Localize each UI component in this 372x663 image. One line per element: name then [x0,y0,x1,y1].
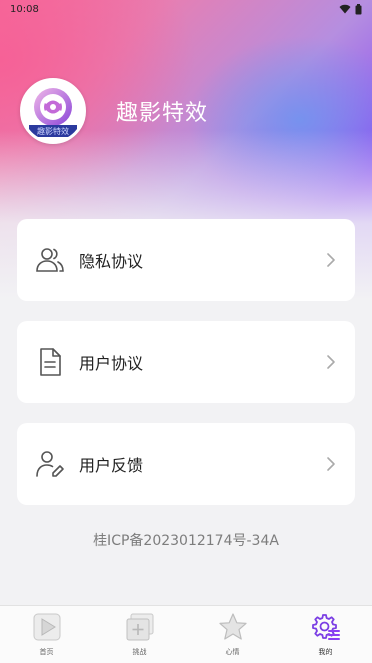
status-time: 10:08 [10,3,39,15]
tab-challenge[interactable]: 挑战 [110,611,170,657]
bottom-tab-bar: 首页 挑战 心情 我的 [0,605,372,663]
app-logo-icon: 趣影特效 [23,81,83,141]
document-icon [33,345,67,379]
tab-home[interactable]: 首页 [17,611,77,657]
wifi-icon [339,4,351,14]
privacy-policy-item[interactable]: 隐私协议 [17,219,355,301]
gear-icon [310,611,342,643]
avatar-logo-text: 趣影特效 [37,126,69,136]
chevron-right-icon [327,355,335,369]
user-edit-icon [33,447,67,481]
star-icon [217,611,249,643]
add-icon [124,611,156,643]
tab-mood-label: 心情 [225,648,240,656]
battery-icon [355,3,362,14]
chevron-right-icon [327,253,335,267]
tab-home-label: 首页 [39,648,54,656]
tab-mood[interactable]: 心情 [203,611,263,657]
status-bar: 10:08 [0,0,372,18]
play-icon [31,611,63,643]
tab-mine[interactable]: 我的 [296,611,356,657]
tab-mine-label: 我的 [318,648,333,656]
icp-license-text: 桂ICP备2023012174号-34A [93,533,279,549]
tab-challenge-label: 挑战 [132,648,147,656]
user-agreement-item[interactable]: 用户协议 [17,321,355,403]
privacy-policy-label: 隐私协议 [79,252,144,271]
avatar[interactable]: 趣影特效 [20,78,86,144]
app-name: 趣影特效 [116,101,209,126]
user-feedback-label: 用户反馈 [79,456,144,475]
user-agreement-label: 用户协议 [79,354,144,373]
chevron-right-icon [327,457,335,471]
user-feedback-item[interactable]: 用户反馈 [17,423,355,505]
profile-section: 趣影特效 趣影特效 [20,78,208,144]
users-icon [33,243,67,277]
